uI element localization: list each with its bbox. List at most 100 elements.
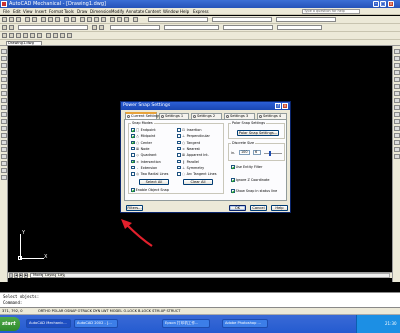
copy-icon[interactable] bbox=[48, 17, 53, 22]
ellipse-arc-icon[interactable] bbox=[1, 119, 7, 124]
checkbox-box[interactable] bbox=[131, 188, 135, 192]
array-icon[interactable] bbox=[394, 77, 400, 82]
snap-nearest-checkbox[interactable]: ⧖ Nearest bbox=[177, 146, 200, 151]
dim-style-combo[interactable] bbox=[212, 17, 272, 22]
maximize-button[interactable]: □ bbox=[380, 1, 386, 7]
leader-icon[interactable] bbox=[53, 33, 58, 38]
table-style-combo[interactable] bbox=[276, 17, 336, 22]
snap-node-checkbox[interactable]: ⊠ Node bbox=[131, 146, 149, 151]
dimension-icon[interactable] bbox=[46, 33, 51, 38]
autocad-app-icon[interactable] bbox=[1, 1, 7, 7]
construction-line-icon[interactable] bbox=[1, 56, 7, 61]
checkbox-box[interactable] bbox=[131, 134, 135, 138]
extend-icon[interactable] bbox=[394, 119, 400, 124]
new-icon[interactable] bbox=[2, 17, 7, 22]
checkbox-box[interactable] bbox=[177, 165, 181, 170]
line-icon[interactable] bbox=[2, 33, 7, 38]
snap-two-radial-lines-checkbox[interactable]: ◎ Two Radial Lines bbox=[131, 172, 168, 176]
snap-midpoint-checkbox[interactable]: △ Midpoint bbox=[131, 134, 155, 138]
help-icon[interactable] bbox=[133, 17, 138, 22]
arc-icon[interactable] bbox=[23, 33, 28, 38]
snap-parallel-checkbox[interactable]: ∥ Parallel bbox=[177, 159, 199, 164]
layer-combo[interactable] bbox=[18, 25, 88, 30]
checkbox-box[interactable] bbox=[231, 178, 235, 182]
table-icon[interactable] bbox=[1, 168, 7, 173]
redo-icon[interactable] bbox=[71, 17, 76, 22]
use-entity-filter-checkbox[interactable]: Use Entity Filter bbox=[231, 165, 262, 169]
menu-insert[interactable]: Insert bbox=[35, 9, 46, 14]
save-icon[interactable] bbox=[16, 17, 21, 22]
tab-current-settings[interactable]: Current Settings bbox=[125, 112, 160, 119]
menu-express[interactable]: Express bbox=[193, 9, 209, 14]
menu-format[interactable]: Format bbox=[49, 9, 63, 14]
snap-intersection-checkbox[interactable]: × Intersection bbox=[131, 159, 161, 164]
cut-icon[interactable] bbox=[41, 17, 46, 22]
checkbox-box[interactable] bbox=[131, 140, 135, 145]
properties-icon[interactable] bbox=[110, 17, 115, 22]
lineweight-combo[interactable] bbox=[223, 25, 273, 30]
last-tab-button[interactable]: ►| bbox=[24, 273, 28, 278]
snap-center-checkbox[interactable]: ○ Center bbox=[131, 140, 152, 145]
layer-state-icon[interactable] bbox=[9, 25, 14, 30]
preview-icon[interactable] bbox=[32, 17, 37, 22]
snap-quadrant-checkbox[interactable]: ◇ Quadrant bbox=[131, 153, 157, 157]
chamfer-icon[interactable] bbox=[394, 140, 400, 145]
trim-icon[interactable] bbox=[394, 112, 400, 117]
pan-icon[interactable] bbox=[80, 17, 85, 22]
balloon-icon[interactable] bbox=[60, 33, 65, 38]
paste-icon[interactable] bbox=[55, 17, 60, 22]
rotate-icon[interactable] bbox=[394, 91, 400, 96]
first-tab-button[interactable]: |◄ bbox=[9, 273, 13, 280]
menu-draw[interactable]: Draw bbox=[77, 9, 87, 14]
checkbox-box[interactable] bbox=[131, 172, 135, 176]
snap-tangent-checkbox[interactable]: ○ Tangent bbox=[177, 140, 200, 145]
insert-block-icon[interactable] bbox=[1, 126, 7, 131]
copy-object-icon[interactable] bbox=[394, 56, 400, 61]
revision-cloud-icon[interactable] bbox=[1, 98, 7, 103]
drafting-toggles[interactable]: ORTHO POLAR OSNAP OTRACK DYN LWT MODEL O… bbox=[38, 309, 180, 313]
rectangle-draw-icon[interactable] bbox=[1, 77, 7, 82]
parts-list-icon[interactable] bbox=[67, 33, 72, 38]
explode-icon[interactable] bbox=[394, 154, 400, 159]
menu-dimension[interactable]: Dimension bbox=[90, 9, 111, 14]
undo-icon[interactable] bbox=[64, 17, 69, 22]
gradient-icon[interactable] bbox=[1, 154, 7, 159]
dialog-help-button[interactable]: ? bbox=[275, 103, 281, 109]
offset-icon[interactable] bbox=[394, 70, 400, 75]
checkbox-box[interactable] bbox=[131, 128, 135, 132]
rectangle-icon[interactable] bbox=[30, 33, 35, 38]
discrete-count-field[interactable]: 6 bbox=[253, 150, 261, 155]
arc-draw-icon[interactable] bbox=[1, 84, 7, 89]
snap-insertion-checkbox[interactable]: ⊡ Insertion bbox=[177, 128, 201, 132]
circle-draw-icon[interactable] bbox=[1, 91, 7, 96]
menu-file[interactable]: File bbox=[3, 9, 10, 14]
discrete-size-field[interactable]: 100 bbox=[239, 150, 250, 155]
region-icon[interactable] bbox=[1, 161, 7, 166]
color-combo[interactable] bbox=[110, 25, 160, 30]
snap-perpendicular-checkbox[interactable]: ⊥ Perpendicular bbox=[177, 134, 210, 138]
snap-extension-checkbox[interactable]: - Extension bbox=[131, 165, 157, 170]
draw-line-icon[interactable] bbox=[1, 49, 7, 54]
checkbox-box[interactable] bbox=[131, 153, 135, 157]
menu-content[interactable]: Content bbox=[145, 9, 161, 14]
menu-tools[interactable]: Tools bbox=[64, 9, 74, 14]
menu-help[interactable]: Help bbox=[180, 9, 189, 14]
checkbox-box[interactable] bbox=[131, 159, 135, 164]
join-icon[interactable] bbox=[394, 133, 400, 138]
task-epson[interactable]: Epson 打印机工作... bbox=[162, 319, 210, 328]
polar-snap-settings-button[interactable]: Polar Snap Settings... bbox=[237, 130, 279, 136]
cancel-button[interactable]: Cancel bbox=[250, 205, 267, 211]
clear-all-button[interactable]: Clear All bbox=[183, 179, 213, 185]
checkbox-box[interactable] bbox=[177, 134, 181, 138]
plotstyle-combo[interactable] bbox=[277, 25, 322, 30]
discrete-size-slider[interactable] bbox=[264, 153, 282, 154]
polyline-icon[interactable] bbox=[9, 33, 14, 38]
spline-icon[interactable] bbox=[1, 105, 7, 110]
select-all-button[interactable]: Select All bbox=[139, 179, 169, 185]
snap-arc-tangent-lines-checkbox[interactable]: ◌ Arc Tangent Lines bbox=[177, 172, 217, 176]
snap-endpoint-checkbox[interactable]: □Endpoint bbox=[131, 128, 156, 132]
break-icon[interactable] bbox=[394, 126, 400, 131]
checkbox-box[interactable] bbox=[177, 153, 181, 157]
layer-manager-icon[interactable] bbox=[2, 25, 7, 30]
ok-button[interactable]: OK bbox=[229, 205, 246, 211]
